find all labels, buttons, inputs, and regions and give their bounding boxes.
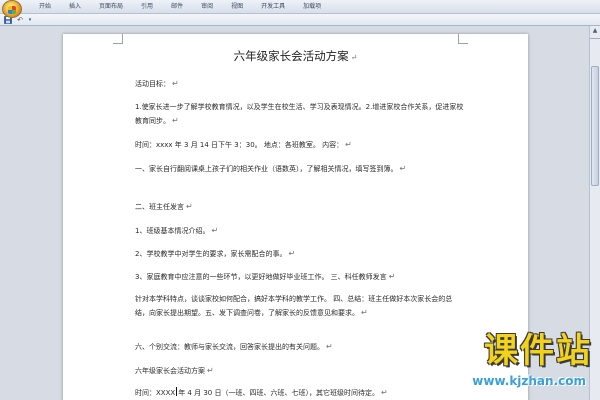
scrollbar-thumb[interactable] bbox=[591, 66, 599, 186]
paragraph-text: 六年级家长会活动方案 bbox=[135, 367, 205, 375]
paragraph-mark-icon: ↵ bbox=[361, 308, 368, 317]
scroll-up-icon[interactable]: ▲ bbox=[591, 27, 599, 35]
tab-insert[interactable]: 插入 bbox=[60, 2, 90, 12]
watermark-brand: 课件站 bbox=[484, 331, 592, 371]
paragraph-text: 针对本学科特点，谈谈家校如何配合，搞好本学科的教学工作。 四、总结：班主任做好本… bbox=[135, 295, 453, 317]
paragraph-text: 1、班级基本情况介绍。 bbox=[135, 227, 210, 235]
paragraph-text: 2、学校教学中对学生的要求，家长需配合的事。 bbox=[135, 250, 287, 258]
paragraph: 一、家长自行翻阅课桌上孩子们的相关作业（语数英），了解相关情况，填写签到簿。 ↵ bbox=[135, 162, 465, 176]
ribbon-tab-bar: 开始 插入 页面布局 引用 邮件 审阅 视图 开发工具 加载项 bbox=[0, 0, 600, 18]
watermark-url: www.kjzhan.com bbox=[472, 374, 586, 388]
paragraph-mark-icon: ↵ bbox=[186, 202, 193, 211]
paragraph-text: 时间：XXXX bbox=[135, 389, 176, 397]
tab-view[interactable]: 视图 bbox=[222, 2, 252, 12]
paragraph-text: 1.使家长进一步了解学校教育情况，以及学生在校生活、学习及表现情况。2.增进家校… bbox=[135, 103, 464, 125]
paragraph: 3、家庭教育中应注意的一些环节，以更好地做好毕业班工作。 三、科任教师发言 ↵ bbox=[135, 270, 465, 284]
paragraph-text: 二、班主任发言 bbox=[135, 203, 184, 211]
paragraph: 六年级家长会活动方案 ↵ bbox=[135, 364, 465, 378]
paragraph-mark-icon: ↵ bbox=[211, 226, 219, 235]
paragraph-mark-icon: ↵ bbox=[288, 249, 296, 258]
paragraph-text: 一、家长自行翻阅课桌上孩子们的相关作业（语数英），了解相关情况，填写签到簿。 bbox=[135, 165, 398, 173]
paragraph-text: 年 4 月 30 日（一班、四班、六班、七班），其它班级时间待定。 bbox=[178, 389, 379, 397]
paragraph: 1、班级基本情况介绍。 ↵ bbox=[135, 224, 465, 238]
undo-icon[interactable]: ↶ bbox=[16, 16, 24, 24]
tab-references[interactable]: 引用 bbox=[132, 2, 162, 12]
chevron-down-icon[interactable]: ▾ bbox=[26, 16, 34, 24]
paragraph-mark-icon: ↵ bbox=[172, 116, 179, 125]
quick-access-toolbar: ↶ ▾ bbox=[0, 14, 600, 26]
document-title: 六年级家长会活动方案 ↵ bbox=[63, 48, 528, 64]
paragraph-mark-icon: ↵ bbox=[380, 388, 388, 397]
paragraph: 二、班主任发言 ↵ bbox=[135, 200, 465, 214]
crop-mark-top-right bbox=[458, 34, 468, 44]
ruler-split-line bbox=[590, 38, 600, 39]
office-button[interactable] bbox=[2, 0, 22, 18]
paragraph-mark-icon: ↵ bbox=[388, 272, 396, 281]
tab-add-ins[interactable]: 加载项 bbox=[294, 2, 330, 12]
tab-review[interactable]: 审阅 bbox=[192, 2, 222, 12]
tab-home[interactable]: 开始 bbox=[30, 2, 60, 12]
document-page[interactable]: 六年级家长会活动方案 ↵ 活动目标： ↵ 1.使家长进一步了解学校教育情况，以及学生… bbox=[63, 34, 528, 400]
paragraph-mark-icon: ↵ bbox=[207, 366, 214, 375]
paragraph: 时间：XXXX 年 4 月 30 日（一班、四班、六班、七班），其它班级时间待定。… bbox=[135, 386, 465, 400]
tab-developer[interactable]: 开发工具 bbox=[252, 2, 294, 12]
paragraph: 2、学校教学中对学生的要求，家长需配合的事。 ↵ bbox=[135, 247, 465, 261]
paragraph-text: 六、个别交流：教师与家长交流，回答家长提出的有关问题。 bbox=[135, 343, 324, 351]
paragraph-mark-icon: ↵ bbox=[326, 342, 333, 351]
paragraph-mark-icon: ↵ bbox=[350, 53, 358, 62]
tab-page-layout[interactable]: 页面布局 bbox=[90, 2, 132, 12]
crop-mark-top-left bbox=[113, 34, 123, 44]
paragraph-mark-icon: ↵ bbox=[345, 140, 352, 149]
paragraph: 活动目标： ↵ bbox=[135, 77, 465, 91]
paragraph-mark-icon: ↵ bbox=[399, 164, 407, 173]
paragraph: 六、个别交流：教师与家长交流，回答家长提出的有关问题。 ↵ bbox=[135, 340, 465, 354]
paragraph-text: 活动目标： bbox=[135, 80, 170, 88]
paragraph: 针对本学科特点，谈谈家校如何配合，搞好本学科的教学工作。 四、总结：班主任做好本… bbox=[135, 292, 465, 320]
paragraph-text: 3、家庭教育中应注意的一些环节，以更好地做好毕业班工作。 三、科任教师发言 bbox=[135, 273, 387, 281]
ribbon-tabs: 开始 插入 页面布局 引用 邮件 审阅 视图 开发工具 加载项 bbox=[30, 2, 330, 12]
tab-mailings[interactable]: 邮件 bbox=[162, 2, 192, 12]
paragraph-text: 时间：xxxx 年 3 月 14 日下午 3：30。 地点：各班教室。 内容： bbox=[135, 141, 344, 149]
paragraph-mark-icon: ↵ bbox=[172, 79, 179, 88]
document-title-text: 六年级家长会活动方案 bbox=[233, 49, 349, 63]
paragraph: 1.使家长进一步了解学校教育情况，以及学生在校生活、学习及表现情况。2.增进家校… bbox=[135, 100, 465, 128]
paragraph: 时间：xxxx 年 3 月 14 日下午 3：30。 地点：各班教室。 内容： ↵ bbox=[135, 138, 465, 152]
